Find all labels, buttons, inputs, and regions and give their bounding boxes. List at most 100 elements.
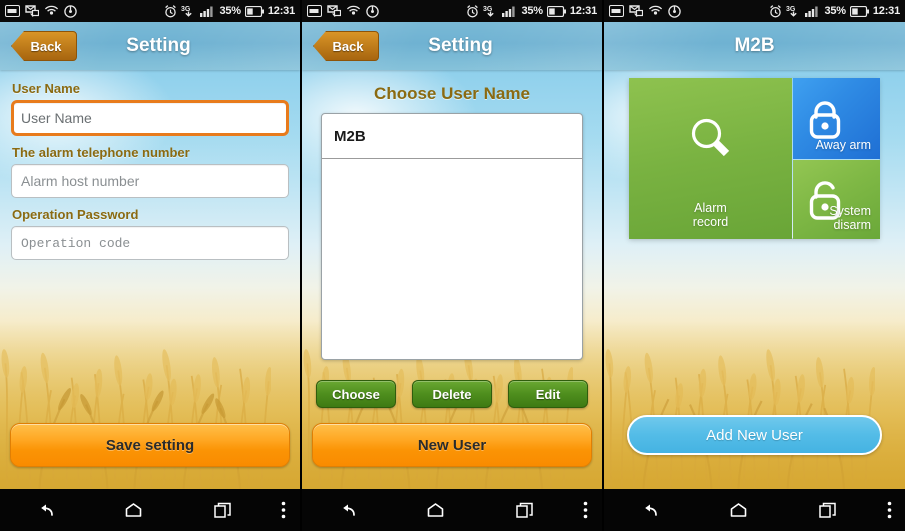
nav-overflow-button[interactable]: [268, 501, 300, 519]
svg-text:3G: 3G: [181, 6, 191, 13]
nav-home-button[interactable]: [89, 502, 178, 518]
nav-overflow-button[interactable]: [570, 501, 602, 519]
svg-text:3G: 3G: [483, 6, 493, 13]
add-new-user-button[interactable]: Add New User: [627, 415, 882, 455]
sim-card-icon: [609, 5, 624, 17]
alarm-phone-input[interactable]: Alarm host number: [11, 164, 289, 198]
user-name-label: User Name: [12, 81, 80, 96]
battery-percent-label: 35%: [219, 5, 241, 17]
dashboard-tiles: Away arm Alarm record System disarm: [629, 78, 880, 239]
clock-label: 12:31: [569, 5, 597, 17]
tile-label: System disarm: [829, 204, 871, 232]
panel-dashboard: 3G 35% 12:31 M2B Away arm Alarm record S…: [604, 0, 905, 531]
page-title: Setting: [126, 35, 191, 56]
status-bar-right-icons: 3G 35% 12:31: [164, 4, 295, 18]
tile-alarm-record[interactable]: Alarm record: [629, 78, 792, 239]
list-item[interactable]: M2B: [322, 114, 582, 159]
wifi-signal-icon: [648, 5, 663, 15]
nav-home-button[interactable]: [694, 502, 784, 518]
user-name-input[interactable]: User Name: [11, 100, 289, 136]
nav-recents-button[interactable]: [481, 502, 570, 519]
back-nav-icon: [40, 504, 53, 516]
new-user-button[interactable]: New User: [312, 423, 592, 467]
recents-nav-icon: [214, 502, 232, 518]
status-bar: 3G 35% 12:31: [0, 0, 300, 22]
recents-nav-icon: [819, 502, 836, 518]
android-nav-bar: [604, 489, 905, 531]
message-icon: [629, 4, 643, 17]
save-setting-button[interactable]: Save setting: [10, 423, 290, 467]
status-bar-left-icons: [5, 4, 77, 18]
signal-bars-icon: [200, 6, 214, 17]
alarm-clock-icon: [165, 4, 177, 17]
3g-download-icon: 3G: [483, 6, 495, 17]
settings-form: User Name User Name The alarm telephone …: [0, 70, 300, 260]
panel-choose-user-body: Choose User Name M2B Choose Delete Edit …: [302, 70, 602, 489]
recents-nav-icon: [516, 502, 534, 518]
panel-setting: 3G 35% 12:31 Back Setting User Name User…: [0, 0, 302, 531]
delete-button[interactable]: Delete: [412, 380, 492, 408]
operation-password-label: Operation Password: [12, 207, 139, 222]
home-nav-icon: [428, 503, 444, 517]
battery-icon: [546, 5, 566, 17]
status-bar: 3G 35% 12:31: [302, 0, 602, 22]
app-header: Back Setting: [302, 22, 602, 70]
alarm-clock-icon: [770, 4, 782, 17]
page-title: M2B: [734, 35, 775, 56]
alarm-phone-label: The alarm telephone number: [12, 145, 190, 160]
panel-choose-user: 3G 35% 12:31 Back Setting Choose User Na…: [302, 0, 604, 531]
user-action-buttons: Choose Delete Edit: [316, 380, 588, 408]
screenshot-root: 3G 35% 12:31 Back Setting User Name User…: [0, 0, 905, 531]
tile-system-disarm[interactable]: System disarm: [793, 160, 880, 239]
overflow-menu-icon: [282, 501, 286, 519]
status-bar-left-icons: [307, 4, 379, 18]
android-nav-bar: [0, 489, 300, 531]
3g-download-icon: 3G: [181, 6, 193, 17]
battery-icon: [849, 5, 869, 17]
back-button[interactable]: Back: [11, 31, 77, 61]
3g-download-icon: 3G: [786, 6, 798, 17]
alarm-clock-icon: [467, 4, 479, 17]
nav-recents-button[interactable]: [179, 502, 268, 519]
choose-button[interactable]: Choose: [316, 380, 396, 408]
sync-circle-icon: [668, 4, 681, 18]
android-nav-bar: [302, 489, 602, 531]
edit-button[interactable]: Edit: [508, 380, 588, 408]
tile-label: Alarm record: [629, 201, 792, 229]
nav-home-button[interactable]: [391, 502, 480, 518]
wifi-signal-icon: [44, 5, 59, 15]
nav-back-button[interactable]: [604, 502, 694, 518]
sync-circle-icon: [366, 4, 379, 18]
operation-password-input[interactable]: Operation code: [11, 226, 289, 260]
nav-back-button[interactable]: [302, 502, 391, 518]
status-bar-right-icons: 3G 35% 12:31: [769, 4, 900, 18]
sim-card-icon: [5, 5, 20, 17]
message-icon: [25, 4, 39, 17]
nav-overflow-button[interactable]: [873, 501, 905, 519]
back-nav-icon: [645, 504, 657, 516]
tile-label-line1: Alarm: [694, 201, 727, 215]
status-bar-left-icons: [609, 4, 681, 18]
sync-circle-icon: [64, 4, 77, 18]
tile-label: Away arm: [815, 138, 871, 152]
panel-setting-body: User Name User Name The alarm telephone …: [0, 70, 300, 489]
overflow-menu-icon: [887, 501, 891, 519]
user-list[interactable]: M2B: [321, 113, 583, 360]
nav-recents-button[interactable]: [783, 502, 873, 519]
battery-percent-label: 35%: [521, 5, 543, 17]
status-bar-right-icons: 3G 35% 12:31: [466, 4, 597, 18]
message-icon: [327, 4, 341, 17]
home-nav-icon: [730, 503, 747, 517]
overflow-menu-icon: [584, 501, 588, 519]
page-title: Setting: [428, 35, 493, 56]
lock-closed-icon: [809, 100, 841, 139]
home-nav-icon: [126, 503, 142, 517]
svg-text:3G: 3G: [786, 6, 796, 13]
battery-icon: [244, 5, 264, 17]
nav-back-button[interactable]: [0, 502, 89, 518]
app-header: Back Setting: [0, 22, 300, 70]
tile-away-arm[interactable]: Away arm: [793, 78, 880, 159]
sim-card-icon: [307, 5, 322, 17]
wifi-signal-icon: [346, 5, 361, 15]
back-button[interactable]: Back: [313, 31, 379, 61]
